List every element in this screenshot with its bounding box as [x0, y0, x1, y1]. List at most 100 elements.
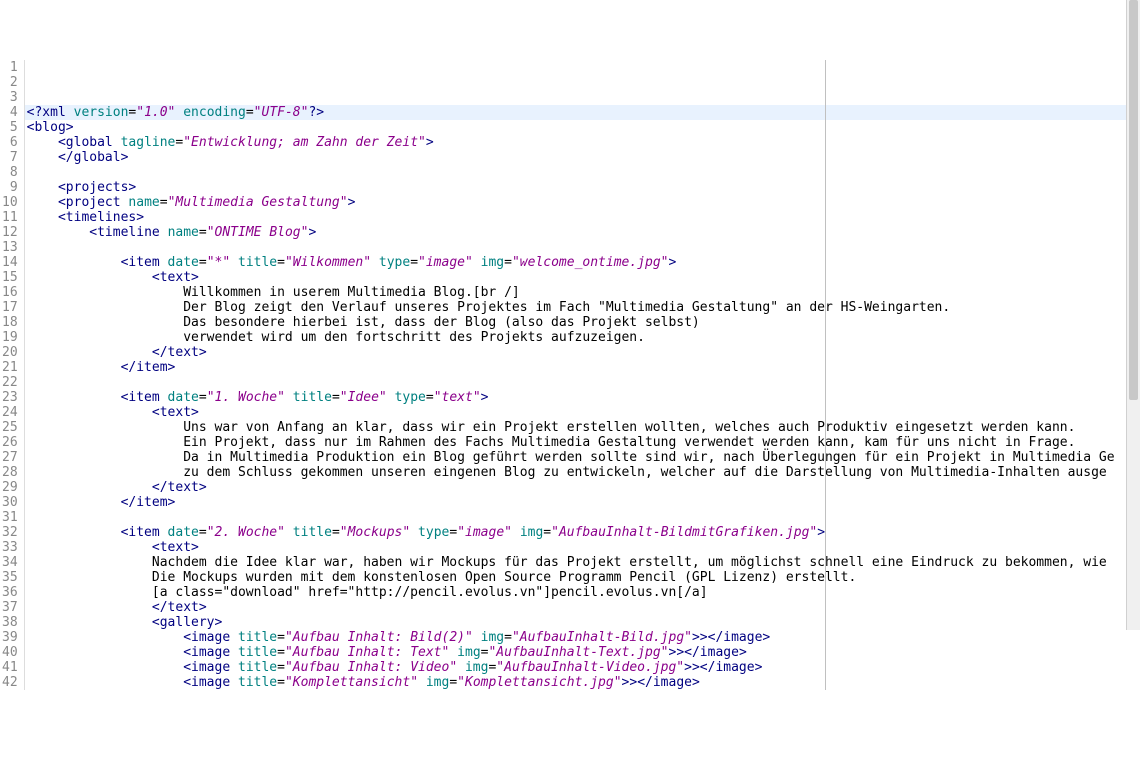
- line-number: 25: [2, 420, 18, 435]
- token-txt: =: [449, 675, 457, 690]
- code-line[interactable]: <project name="Multimedia Gestaltung">: [25, 195, 1140, 210]
- line-number: 22: [2, 375, 18, 390]
- line-number: 26: [2, 435, 18, 450]
- token-str: "1.0": [136, 105, 175, 120]
- token-tag: >: [348, 195, 356, 210]
- line-number: 11: [2, 210, 18, 225]
- code-line[interactable]: <timeline name="ONTIME Blog">: [25, 225, 1140, 240]
- code-line[interactable]: <text>: [25, 405, 1140, 420]
- code-line[interactable]: [25, 240, 1140, 255]
- line-number: 12: [2, 225, 18, 240]
- token-txt: [27, 495, 121, 510]
- token-txt: [27, 360, 121, 375]
- token-attr: name: [128, 195, 159, 210]
- token-txt: Das besondere hierbei ist, dass der Blog…: [27, 315, 700, 330]
- token-txt: [27, 195, 58, 210]
- line-number: 30: [2, 495, 18, 510]
- code-line[interactable]: </text>: [25, 480, 1140, 495]
- code-editor[interactable]: 1234567891011121314151617181920212223242…: [0, 60, 1140, 690]
- token-txt: Die Mockups wurden mit dem konstenlosen …: [27, 570, 857, 585]
- code-line[interactable]: <text>: [25, 270, 1140, 285]
- line-number-gutter: 1234567891011121314151617181920212223242…: [0, 60, 25, 690]
- code-line[interactable]: verwendet wird um den fortschritt des Pr…: [25, 330, 1140, 345]
- code-line[interactable]: <text>: [25, 540, 1140, 555]
- token-tag: >: [426, 135, 434, 150]
- token-tag: <gallery>: [152, 615, 222, 630]
- token-txt: =: [277, 660, 285, 675]
- code-line[interactable]: Willkommen in userem Multimedia Blog.[br…: [25, 285, 1140, 300]
- line-number: 38: [2, 615, 18, 630]
- token-str: "Komplettansicht.jpg": [457, 675, 621, 690]
- code-line[interactable]: Die Mockups wurden mit dem konstenlosen …: [25, 570, 1140, 585]
- token-attr: encoding: [183, 105, 246, 120]
- token-str: "2. Woche": [207, 525, 285, 540]
- code-line[interactable]: <image title="Aufbau Inhalt: Text" img="…: [25, 645, 1140, 660]
- code-line[interactable]: <gallery>: [25, 615, 1140, 630]
- token-txt: [27, 150, 58, 165]
- token-txt: [66, 105, 74, 120]
- code-line[interactable]: Uns war von Anfang an klar, dass wir ein…: [25, 420, 1140, 435]
- code-line[interactable]: [25, 165, 1140, 180]
- line-number: 4: [2, 105, 18, 120]
- token-txt: [418, 675, 426, 690]
- line-number: 18: [2, 315, 18, 330]
- line-number: 9: [2, 180, 18, 195]
- line-number: 29: [2, 480, 18, 495]
- line-number: 7: [2, 150, 18, 165]
- code-line[interactable]: Da in Multimedia Produktion ein Blog gef…: [25, 450, 1140, 465]
- token-txt: [449, 645, 457, 660]
- code-area[interactable]: <?xml version="1.0" encoding="UTF-8"?><b…: [25, 60, 1140, 690]
- token-attr: title: [238, 255, 277, 270]
- code-line[interactable]: <item date="2. Woche" title="Mockups" ty…: [25, 525, 1140, 540]
- token-attr: name: [168, 225, 199, 240]
- code-line[interactable]: <?xml version="1.0" encoding="UTF-8"?>: [25, 105, 1140, 120]
- code-line[interactable]: <image title="Aufbau Inhalt: Bild(2)" im…: [25, 630, 1140, 645]
- token-txt: [160, 225, 168, 240]
- token-txt: [27, 255, 121, 270]
- line-number: 3: [2, 90, 18, 105]
- code-line[interactable]: Ein Projekt, dass nur im Rahmen des Fach…: [25, 435, 1140, 450]
- token-txt: =: [246, 105, 254, 120]
- token-attr: title: [238, 645, 277, 660]
- line-number: 2: [2, 75, 18, 90]
- code-line[interactable]: Das besondere hierbei ist, dass der Blog…: [25, 315, 1140, 330]
- line-number: 41: [2, 660, 18, 675]
- token-txt: =: [160, 195, 168, 210]
- code-line[interactable]: </global>: [25, 150, 1140, 165]
- code-line[interactable]: </item>: [25, 495, 1140, 510]
- token-attr: img: [520, 525, 543, 540]
- code-line[interactable]: </text>: [25, 600, 1140, 615]
- code-line[interactable]: <timelines>: [25, 210, 1140, 225]
- token-txt: [512, 525, 520, 540]
- code-line[interactable]: <global tagline="Entwicklung; am Zahn de…: [25, 135, 1140, 150]
- code-line[interactable]: Nachdem die Idee klar war, haben wir Moc…: [25, 555, 1140, 570]
- token-tag: <image: [183, 630, 230, 645]
- token-txt: [27, 240, 35, 255]
- code-line[interactable]: <image title="Komplettansicht" img="Komp…: [25, 675, 1140, 690]
- line-number: 14: [2, 255, 18, 270]
- code-line[interactable]: <image title="Aufbau Inhalt: Video" img=…: [25, 660, 1140, 675]
- code-line[interactable]: </text>: [25, 345, 1140, 360]
- token-txt: Uns war von Anfang an klar, dass wir ein…: [27, 420, 1076, 435]
- scrollbar-thumb[interactable]: [1129, 0, 1138, 400]
- code-line[interactable]: <item date="*" title="Wilkommen" type="i…: [25, 255, 1140, 270]
- code-line[interactable]: [25, 510, 1140, 525]
- token-txt: [27, 180, 58, 195]
- code-line[interactable]: <item date="1. Woche" title="Idee" type=…: [25, 390, 1140, 405]
- code-line[interactable]: <projects>: [25, 180, 1140, 195]
- code-line[interactable]: </item>: [25, 360, 1140, 375]
- token-txt: [27, 390, 121, 405]
- code-line[interactable]: [25, 375, 1140, 390]
- vertical-scrollbar[interactable]: [1126, 0, 1140, 630]
- line-number: 16: [2, 285, 18, 300]
- token-tag: >>: [684, 660, 700, 675]
- token-txt: =: [199, 525, 207, 540]
- code-line[interactable]: zu dem Schluss gekommen unseren eingenen…: [25, 465, 1140, 480]
- code-line[interactable]: <blog>: [25, 120, 1140, 135]
- line-number: 10: [2, 195, 18, 210]
- code-line[interactable]: Der Blog zeigt den Verlauf unseres Proje…: [25, 300, 1140, 315]
- line-number: 20: [2, 345, 18, 360]
- code-line[interactable]: [a class="download" href="http://pencil.…: [25, 585, 1140, 600]
- line-number: 28: [2, 465, 18, 480]
- token-tag: <image: [183, 675, 230, 690]
